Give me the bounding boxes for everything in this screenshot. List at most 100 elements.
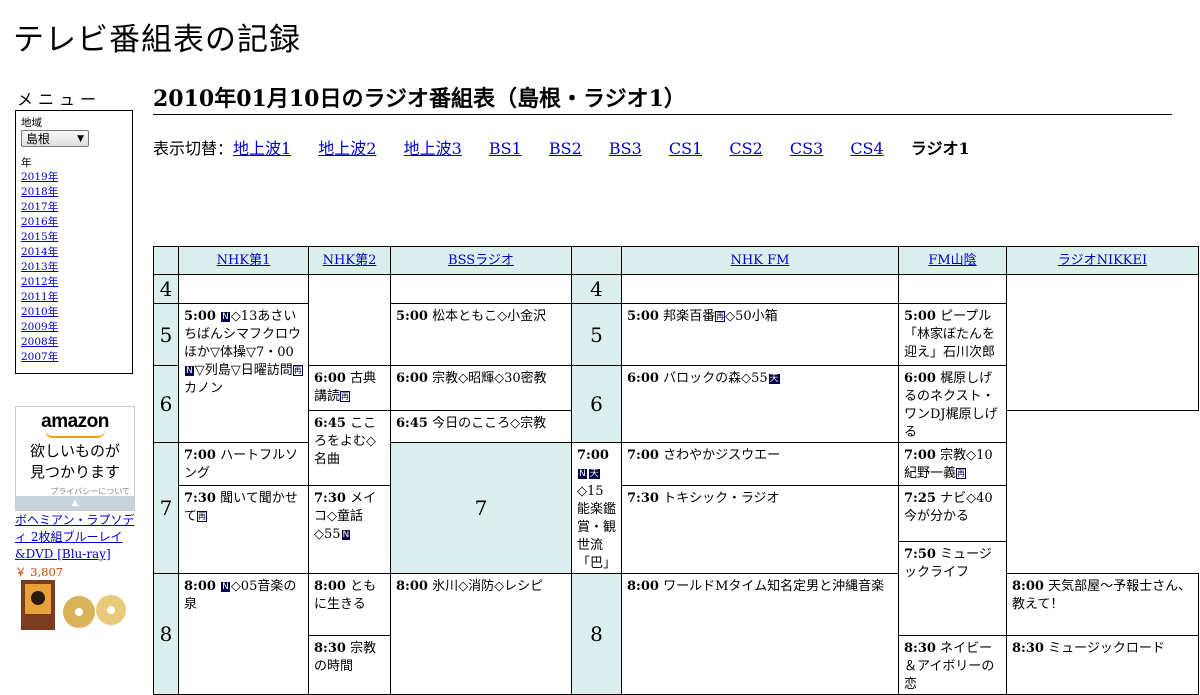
program-cell[interactable]: 7:00 宗教◇10紀野一義再	[898, 442, 1007, 486]
year-link-2010[interactable]: 2010年	[21, 306, 58, 318]
program-time: 6:45	[396, 416, 428, 431]
year-link-2017[interactable]: 2017年	[21, 201, 58, 213]
chevron-up-icon: ▲	[71, 498, 79, 508]
program-cell[interactable]: 6:45 今日のこころ◇宗教	[390, 410, 572, 443]
year-link-2012[interactable]: 2012年	[21, 276, 58, 288]
program-cell[interactable]: 8:00 ワールドMタイム知名定男と沖縄音楽	[621, 573, 899, 695]
program-cell[interactable]: 7:00 N 天 ◇15能楽鑑賞・観世流「巴」	[571, 442, 622, 574]
program-cell-empty	[308, 274, 391, 366]
program-time: 8:00	[627, 579, 659, 594]
program-cell[interactable]: 5:00 邦楽百番再◇50小箱	[621, 303, 899, 366]
program-time: 5:00	[184, 309, 216, 324]
channel-header-fmsanin: FM山陰	[898, 246, 1007, 275]
switch-link-bs3[interactable]: BS3	[609, 139, 642, 158]
year-label: 年	[21, 157, 32, 169]
rerun-badge-icon: 再	[715, 311, 726, 322]
program-time: 7:00	[904, 448, 936, 463]
program-cell[interactable]: 8:30 ネイビー＆アイボリーの恋	[898, 635, 1007, 695]
channel-link-nhkfm[interactable]: NHK FM	[731, 253, 790, 268]
switch-link-cs2[interactable]: CS2	[729, 139, 762, 158]
ad-collapse-bar[interactable]: ▲	[16, 496, 134, 510]
region-label: 地域	[21, 117, 42, 129]
program-cell[interactable]: 7:30 聞いて聞かせて再	[178, 485, 309, 574]
program-title: 松本ともこ◇小金沢	[432, 309, 547, 324]
channel-link-fmsanin[interactable]: FM山陰	[928, 253, 976, 268]
program-time: 7:30	[184, 491, 216, 506]
program-cell[interactable]: 5:00 松本ともこ◇小金沢	[390, 303, 572, 366]
program-cell[interactable]: 6:00 梶原しげるのネクスト・ワンDJ梶原しげる	[898, 365, 1007, 443]
hour-cell-8-right: 8	[571, 573, 622, 695]
program-title: ワールドMタイム知名定男と沖縄音楽	[663, 579, 885, 594]
program-cell[interactable]: 8:00 氷川◇消防◇レシピ	[390, 573, 572, 695]
program-cell[interactable]: 8:00 天気部屋～予報士さん、教えて！	[1006, 573, 1199, 636]
switch-link-chijo1[interactable]: 地上波1	[233, 139, 291, 158]
program-title: さわやかジスウエー	[663, 448, 781, 463]
program-cell[interactable]: 6:00 古典講読再	[308, 365, 391, 411]
channel-header-nhkfm: NHK FM	[621, 246, 899, 275]
switch-link-chijo3[interactable]: 地上波3	[404, 139, 462, 158]
news-badge-icon: N	[185, 366, 194, 376]
program-title: ◇50小箱	[725, 309, 778, 324]
year-link-2007[interactable]: 2007年	[21, 351, 58, 363]
amazon-ad-banner[interactable]: amazon 欲しいものが 見つかります プライバシーについて ▲	[15, 406, 135, 511]
program-cell[interactable]: 7:00 さわやかジスウエー	[621, 442, 899, 486]
program-time: 6:00	[396, 371, 428, 386]
program-cell[interactable]: 8:00 ともに生きる	[308, 573, 391, 636]
program-cell[interactable]: 6:45 こころをよむ◇名曲	[308, 410, 391, 486]
program-cell[interactable]: 7:50 ミュージックライフ	[898, 540, 1007, 636]
program-cell[interactable]: 8:30 宗教の時間	[308, 635, 391, 695]
switch-current: ラジオ1	[910, 139, 970, 158]
corner-cell	[153, 246, 179, 275]
channel-link-nikkei[interactable]: ラジオNIKKEI	[1058, 253, 1147, 268]
program-time: 7:00	[627, 448, 659, 463]
program-cell[interactable]: 6:00 宗教◇昭輝◇30密教	[390, 365, 572, 411]
news-badge-icon: N	[341, 530, 351, 540]
switch-link-cs3[interactable]: CS3	[790, 139, 823, 158]
program-time: 8:00	[184, 579, 216, 594]
switch-link-cs4[interactable]: CS4	[850, 139, 883, 158]
program-time: 5:00	[904, 309, 936, 324]
program-cell[interactable]: 5:00 ピープル「林家ぼたんを迎え」石川次郎	[898, 303, 1007, 366]
program-cell[interactable]: 5:00 N ◇13あさいちばんシマフクロウほか▽体操▽7・00N ▽列島▽日曜訪問…	[178, 303, 309, 443]
switch-link-chijo2[interactable]: 地上波2	[318, 139, 376, 158]
program-cell[interactable]: 7:30 トキシック・ラジオ	[621, 485, 899, 574]
program-cell[interactable]: 7:25 ナビ◇40今が分かる	[898, 485, 1007, 542]
switch-link-bs2[interactable]: BS2	[549, 139, 582, 158]
channel-link-bss[interactable]: BSSラジオ	[448, 253, 514, 268]
program-title: バロックの森◇55	[663, 371, 768, 386]
year-link-2019[interactable]: 2019年	[21, 171, 58, 183]
program-cell[interactable]: 8:00 N ◇05音楽の泉	[178, 573, 309, 695]
program-cell[interactable]: 7:00 ハートフルソング	[178, 442, 309, 486]
ad-product-link[interactable]: ボヘミアン・ラプソディ 2枚組ブルーレイ&DVD [Blu-ray]	[15, 513, 135, 561]
switch-link-cs1[interactable]: CS1	[669, 139, 702, 158]
rerun-badge-icon: 再	[340, 391, 351, 402]
amazon-logo: amazon	[41, 411, 109, 432]
channel-link-nhk1[interactable]: NHK第1	[217, 253, 271, 268]
year-link-2011[interactable]: 2011年	[21, 291, 58, 303]
product-image-icon[interactable]	[17, 578, 129, 630]
program-time: 7:00	[184, 448, 216, 463]
program-time: 7:25	[904, 491, 936, 506]
program-cell[interactable]: 6:00 バロックの森◇55 天	[621, 365, 899, 443]
year-link-2014[interactable]: 2014年	[21, 246, 58, 258]
program-cell-empty	[390, 274, 572, 304]
year-link-2016[interactable]: 2016年	[21, 216, 58, 228]
hour-cell-7: 7	[153, 442, 179, 574]
hour-cell-4-right: 4	[571, 274, 622, 304]
year-link-2008[interactable]: 2008年	[21, 336, 58, 348]
program-cell[interactable]: 8:30 ミュージックロード	[1006, 635, 1199, 695]
year-link-2013[interactable]: 2013年	[21, 261, 58, 273]
program-title: ▽列島▽日曜訪問	[194, 363, 293, 378]
channel-link-nhk2[interactable]: NHK第2	[323, 253, 377, 268]
year-link-2009[interactable]: 2009年	[21, 321, 58, 333]
display-switch: 表示切替：地上波1 地上波2 地上波3 BS1 BS2 BS3 CS1 CS2 …	[153, 135, 992, 159]
hour-cell-8: 8	[153, 573, 179, 695]
year-link-2018[interactable]: 2018年	[21, 186, 58, 198]
hour-cell-6-right: 6	[571, 365, 622, 443]
program-table: NHK第1 NHK第2 BSSラジオ NHK FM FM山陰 ラジオNIKKEI…	[153, 246, 1199, 695]
region-select[interactable]: 島根 ▼	[21, 130, 89, 147]
program-cell[interactable]: 7:30 メイコ◇童話◇55 N	[308, 485, 391, 574]
year-link-2015[interactable]: 2015年	[21, 231, 58, 243]
switch-link-bs1[interactable]: BS1	[489, 139, 522, 158]
program-time: 6:00	[627, 371, 659, 386]
